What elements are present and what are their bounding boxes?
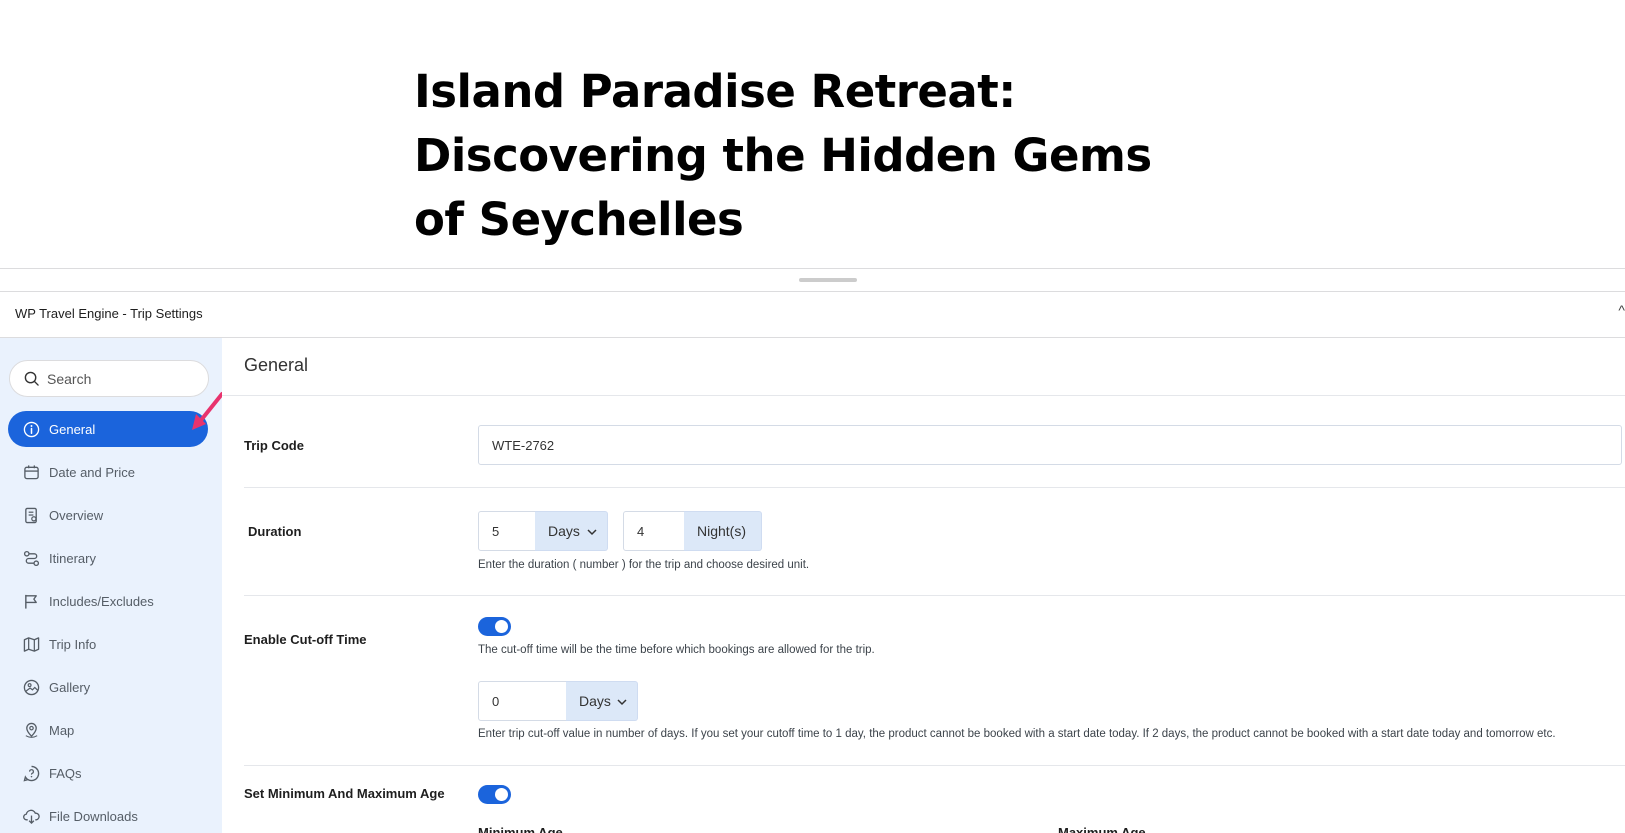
- sidebar-item-file-downloads[interactable]: File Downloads: [8, 798, 208, 833]
- chevron-up-icon[interactable]: ^: [1618, 302, 1625, 318]
- duration-help-text: Enter the duration ( number ) for the tr…: [478, 559, 810, 571]
- sidebar-item-label: Overview: [49, 507, 104, 523]
- sidebar-item-label: General: [49, 421, 96, 437]
- sidebar-item-general[interactable]: General: [8, 411, 208, 447]
- age-limit-toggle[interactable]: [478, 785, 511, 804]
- sidebar-item-label: Trip Info: [49, 636, 97, 652]
- sidebar-item-label: Itinerary: [49, 550, 96, 566]
- cutoff-label: Enable Cut-off Time: [244, 632, 367, 647]
- duration-days-input[interactable]: [478, 511, 536, 551]
- document-icon: [22, 506, 40, 524]
- maximum-age-label: Maximum Age: [1058, 825, 1146, 833]
- sidebar-item-label: Date and Price: [49, 464, 135, 480]
- row-divider: [244, 765, 1625, 766]
- cutoff-unit-select[interactable]: Days: [566, 681, 638, 721]
- sidebar-item-includes-excludes[interactable]: Includes/Excludes: [8, 583, 208, 619]
- map-icon: [22, 635, 40, 653]
- trip-settings-header[interactable]: WP Travel Engine - Trip Settings ^: [0, 291, 1625, 338]
- info-icon: [22, 420, 40, 438]
- minimum-age-label: Minimum Age: [478, 825, 563, 833]
- cutoff-value-help-text: Enter trip cut-off value in number of da…: [478, 728, 1556, 740]
- toggle-knob: [495, 788, 508, 801]
- duration-unit-value: Days: [548, 523, 580, 539]
- chevron-down-icon: [587, 529, 597, 536]
- sidebar-item-gallery[interactable]: Gallery: [8, 669, 208, 705]
- trip-code-label: Trip Code: [244, 438, 304, 453]
- calendar-icon: [22, 463, 40, 481]
- question-icon: [22, 764, 40, 782]
- row-divider: [244, 595, 1625, 596]
- nights-unit-label: Night(s): [684, 511, 762, 551]
- sidebar-item-label: File Downloads: [49, 808, 138, 824]
- location-pin-icon: [22, 721, 40, 739]
- flag-icon: [22, 592, 40, 610]
- search-icon: [24, 371, 39, 386]
- sidebar-item-overview[interactable]: Overview: [8, 497, 208, 533]
- post-title[interactable]: Island Paradise Retreat: Discovering the…: [414, 60, 1174, 252]
- pointer-arrow-annotation: [192, 392, 224, 430]
- section-header: General: [222, 338, 1625, 396]
- panel-title: WP Travel Engine - Trip Settings: [15, 306, 203, 321]
- download-icon: [22, 807, 40, 825]
- sidebar-item-label: Includes/Excludes: [49, 593, 154, 609]
- cutoff-help-text: The cut-off time will be the time before…: [478, 644, 875, 656]
- cutoff-value-input[interactable]: [478, 681, 567, 721]
- row-divider: [244, 487, 1625, 488]
- general-settings-panel: General Trip Code Duration Days Night(s)…: [222, 338, 1625, 833]
- sidebar-item-map[interactable]: Map: [8, 712, 208, 748]
- sidebar-item-label: Gallery: [49, 679, 91, 695]
- chevron-down-icon: [617, 699, 627, 706]
- cutoff-unit-value: Days: [579, 693, 611, 709]
- sidebar-search: [9, 360, 209, 397]
- toggle-knob: [495, 620, 508, 633]
- cutoff-toggle[interactable]: [478, 617, 511, 636]
- sidebar-item-faqs[interactable]: FAQs: [8, 755, 208, 791]
- nights-unit-text: Night(s): [697, 523, 747, 539]
- sidebar-item-itinerary[interactable]: Itinerary: [8, 540, 208, 576]
- search-input[interactable]: [47, 362, 202, 395]
- age-limit-label: Set Minimum And Maximum Age: [244, 786, 445, 801]
- sidebar-item-date-and-price[interactable]: Date and Price: [8, 454, 208, 490]
- section-title: General: [244, 355, 309, 375]
- settings-sidebar: General Date and Price Overview Itinerar…: [0, 338, 222, 833]
- sidebar-item-label: Map: [49, 722, 75, 738]
- duration-nights-input[interactable]: [623, 511, 685, 551]
- editor-divider: [0, 268, 1625, 269]
- duration-unit-select[interactable]: Days: [535, 511, 608, 551]
- sidebar-item-label: FAQs: [49, 765, 82, 781]
- route-icon: [22, 549, 40, 567]
- image-icon: [22, 678, 40, 696]
- duration-label: Duration: [248, 524, 302, 539]
- panel-resize-handle[interactable]: [799, 278, 857, 282]
- trip-code-input[interactable]: [478, 425, 1622, 465]
- sidebar-item-trip-info[interactable]: Trip Info: [8, 626, 208, 662]
